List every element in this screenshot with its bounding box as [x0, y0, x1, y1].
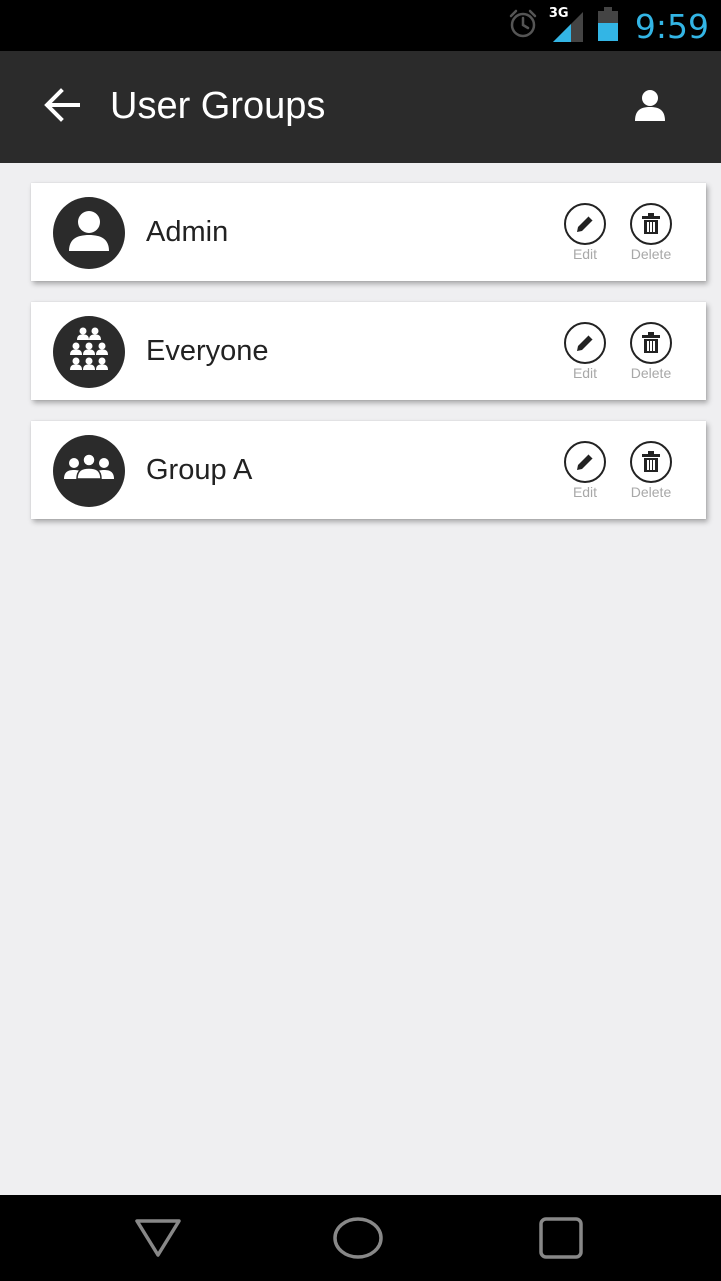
trash-icon	[630, 203, 672, 245]
delete-button[interactable]: Delete	[619, 322, 683, 386]
nav-recents-button[interactable]	[531, 1215, 591, 1265]
edit-button[interactable]: Edit	[553, 322, 617, 386]
nav-home-button[interactable]	[328, 1215, 388, 1265]
clock: 9:59	[634, 6, 709, 46]
edit-button[interactable]: Edit	[553, 441, 617, 505]
alarm-icon	[507, 8, 539, 45]
group-avatar	[53, 316, 125, 388]
pencil-icon	[564, 322, 606, 364]
edit-label: Edit	[572, 484, 598, 500]
back-triangle-icon	[133, 1217, 183, 1264]
group-name: Group A	[146, 454, 253, 486]
delete-label: Delete	[630, 246, 672, 262]
home-circle-icon	[332, 1216, 384, 1265]
group-avatar	[53, 197, 125, 269]
crowd-icon	[64, 325, 114, 380]
group-name: Everyone	[146, 335, 269, 367]
single-user-icon	[65, 207, 113, 260]
recents-square-icon	[537, 1216, 585, 1265]
group-card[interactable]: Group A Edit Delete	[31, 421, 706, 519]
profile-button[interactable]	[624, 81, 676, 133]
delete-button[interactable]: Delete	[619, 203, 683, 267]
delete-label: Delete	[630, 484, 672, 500]
status-icons: 3G 9:59	[507, 6, 709, 46]
delete-label: Delete	[630, 365, 672, 381]
nav-back-button[interactable]	[128, 1215, 188, 1265]
arrow-left-icon	[42, 85, 82, 130]
page-title: User Groups	[110, 85, 326, 127]
group-icon	[62, 449, 116, 494]
status-bar: 3G 9:59	[0, 0, 721, 51]
back-button[interactable]	[36, 81, 88, 133]
battery-icon	[597, 6, 619, 46]
group-list: Admin Edit Delete Everyone Edit Delete G…	[0, 163, 721, 1195]
edit-button[interactable]: Edit	[553, 203, 617, 267]
edit-label: Edit	[572, 246, 598, 262]
user-icon	[633, 88, 667, 127]
delete-button[interactable]: Delete	[619, 441, 683, 505]
trash-icon	[630, 441, 672, 483]
pencil-icon	[564, 203, 606, 245]
system-nav-bar	[0, 1195, 721, 1281]
edit-label: Edit	[572, 365, 598, 381]
group-card[interactable]: Everyone Edit Delete	[31, 302, 706, 400]
trash-icon	[630, 322, 672, 364]
app-bar: User Groups	[0, 51, 721, 163]
pencil-icon	[564, 441, 606, 483]
group-name: Admin	[146, 216, 229, 248]
signal-icon: 3G	[549, 6, 587, 44]
group-avatar	[53, 435, 125, 507]
group-card[interactable]: Admin Edit Delete	[31, 183, 706, 281]
